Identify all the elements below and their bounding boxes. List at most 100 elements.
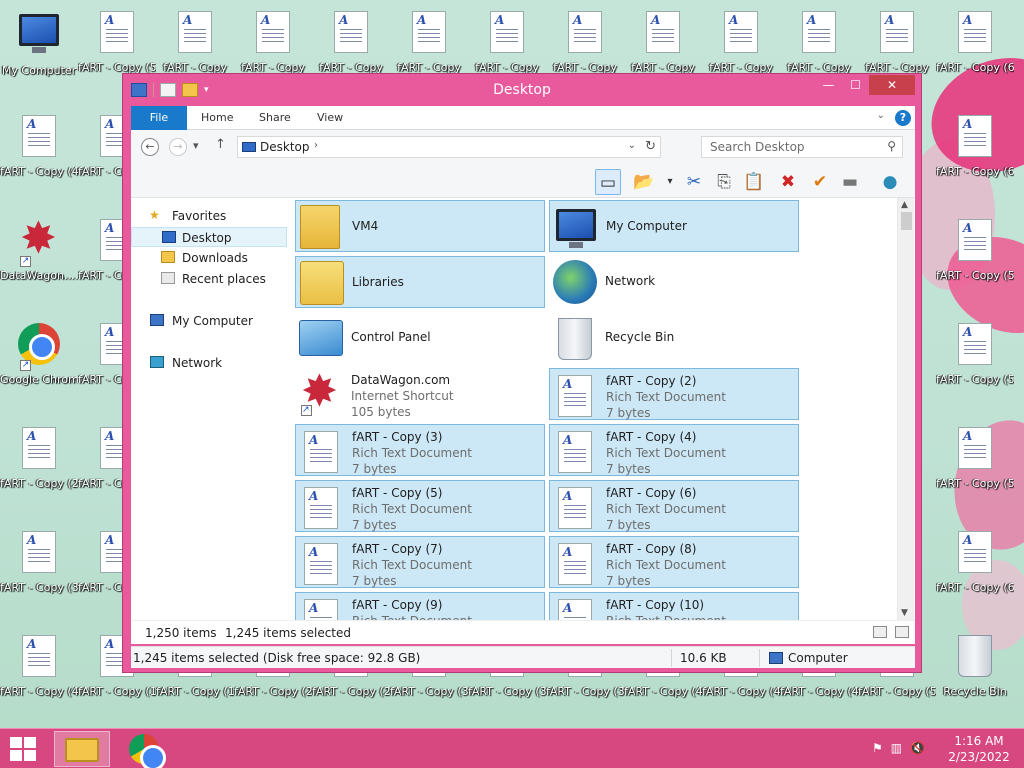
desktop-icon-bin[interactable]: Recycle Bin [936,632,1014,732]
selection-size: 10.6 KB [680,651,727,665]
search-icon[interactable]: ⚲ [887,139,896,153]
tab-home[interactable]: Home [201,106,233,130]
volume-muted-icon[interactable]: 🔇 [910,741,925,755]
cut-button[interactable]: ✂ [681,169,707,195]
chrome-icon [129,734,166,768]
tab-share[interactable]: Share [259,106,291,130]
desktop-icon-doc[interactable]: fART - Copy (54) - Copy [936,424,1014,524]
nav-network[interactable]: Network [131,353,287,373]
back-button[interactable]: ← [141,138,159,156]
vertical-scrollbar[interactable]: ▲ ▼ [897,198,914,620]
clock[interactable]: 1:16 AM 2/23/2022 [940,733,1018,765]
new-folder-button[interactable]: 📂 [631,169,657,195]
file-tile[interactable]: My Computer [549,200,799,252]
desktop-icon-doc[interactable]: fART - Copy (53) - Copy [936,216,1014,316]
file-tile[interactable]: Libraries [295,256,545,308]
large-icons-view-icon[interactable] [895,626,909,638]
scroll-thumb[interactable] [901,212,912,230]
nav-downloads[interactable]: Downloads [131,248,287,268]
up-button[interactable]: ↑ [215,137,226,152]
start-button[interactable] [10,737,36,761]
desktop-icon-label: fART - Copy (23) - Copy [234,685,312,698]
file-size: 7 bytes [606,462,651,476]
doc-icon [954,219,996,267]
bin-glyph [958,635,992,677]
file-tile[interactable]: Network [549,256,799,308]
file-size: 7 bytes [352,574,397,588]
file-tile[interactable]: fART - Copy (9)Rich Text Document [295,592,545,620]
doc-glyph [568,11,602,53]
doc-icon [330,11,372,59]
nav-favorites[interactable]: ★ Favorites [131,206,287,226]
doc-icon [252,11,294,59]
desktop-icon-doc[interactable]: fART - Copy (4) [0,632,78,732]
action-center-icon[interactable]: ⚑ [872,741,883,755]
computer-icon [769,652,783,664]
nav-my-computer[interactable]: My Computer [131,311,287,331]
chevron-right-icon[interactable]: › [314,140,318,151]
desktop-icon-label: fART - Copy (11) [78,685,156,698]
bin-icon [954,635,996,683]
file-tile[interactable]: fART - Copy (5) Rich Text Document 7 bytes [295,480,545,532]
desktop-icon-doc[interactable]: fART - Copy (2) [0,424,78,524]
nav-recent-places[interactable]: Recent places [131,269,287,289]
tab-file[interactable]: File [131,106,187,130]
copy-button[interactable]: ⎘ [711,169,737,195]
chevron-down-icon[interactable]: ⌄ [877,110,885,121]
desktop-icon-doc[interactable]: fART - Copy (62) [936,112,1014,212]
desktop-icon-doc[interactable]: fART - Copy (64) [936,528,1014,628]
control-panel-icon [299,320,343,356]
desktop-icon-doc[interactable]: fART - Copy (53) [936,320,1014,420]
file-tile[interactable]: Control Panel [295,312,545,364]
desktop-icon-doc[interactable]: fART - Copy (61) [936,8,1014,108]
desktop-icon-doc[interactable]: fART - Copy (44) [0,112,78,212]
file-tile[interactable]: fART - Copy (2) Rich Text Document 7 bytes [549,368,799,420]
desktop-icon-web[interactable]: ↗ DataWagon.... [0,213,78,316]
close-button[interactable]: ✕ [869,75,915,95]
tab-view[interactable]: View [317,106,343,130]
file-tile[interactable]: fART - Copy (8) Rich Text Document 7 bytes [549,536,799,588]
search-input[interactable]: Search Desktop ⚲ [701,136,903,158]
help-icon[interactable]: ? [895,110,911,126]
desktop-icon-doc[interactable]: fART - Copy (3) [0,528,78,628]
file-tile[interactable]: fART - Copy (6) Rich Text Document 7 bytes [549,480,799,532]
details-view-icon[interactable] [873,626,887,638]
file-tile[interactable]: Recycle Bin [549,312,799,364]
recent-locations-button[interactable]: ▾ [193,139,199,152]
doc-icon [642,11,684,59]
new-folder-menu-button[interactable]: ▾ [663,169,677,195]
nav-desktop[interactable]: Desktop [131,227,287,247]
breadcrumb[interactable]: Desktop [260,140,310,154]
star-icon: ★ [149,208,160,222]
refresh-icon[interactable]: ↻ [645,139,656,154]
address-dropdown-icon[interactable]: ⌄ [628,140,636,151]
taskbar-chrome[interactable] [116,731,172,768]
scroll-down-icon[interactable]: ▼ [901,608,908,618]
file-tile[interactable]: fART - Copy (3) Rich Text Document 7 bytes [295,424,545,476]
address-row: ← → ▾ ↑ Desktop › ⌄ ↻ Search Desktop ⚲ [131,130,915,164]
title-bar[interactable]: ▾ Desktop — ☐ ✕ [123,74,921,106]
file-tile[interactable]: fART - Copy (7) Rich Text Document 7 bytes [295,536,545,588]
rename-button[interactable]: ▬ [837,169,863,195]
forward-button[interactable]: → [169,138,187,156]
desktop-icon-computer[interactable]: My Computer [0,8,78,108]
file-tile[interactable]: fART - Copy (4) Rich Text Document 7 bytes [549,424,799,476]
file-tile[interactable]: ↗ DataWagon.com Internet Shortcut 105 bytes [295,366,545,420]
chrome-glyph [18,323,60,365]
paste-button[interactable]: 📋 [741,169,767,195]
location-label: Computer [788,651,848,665]
item-count: 1,250 items [145,626,217,640]
maximize-button[interactable]: ☐ [842,75,869,95]
address-bar[interactable]: Desktop › ⌄ ↻ [237,136,661,158]
desktop-icon-chrome[interactable]: ↗ Google Chrome [0,320,78,420]
check-button[interactable]: ✔ [807,169,833,195]
file-tile[interactable]: VM4 [295,200,545,252]
theme-button[interactable]: ● [877,169,903,195]
minimize-button[interactable]: — [815,75,842,95]
scroll-up-icon[interactable]: ▲ [901,200,908,210]
pane-toggle-button[interactable]: ▭ [595,169,621,195]
network-icon[interactable]: ▥ [891,741,902,755]
taskbar-file-explorer[interactable] [54,731,110,767]
delete-button[interactable]: ✖ [775,169,801,195]
file-tile[interactable]: fART - Copy (10)Rich Text Document [549,592,799,620]
